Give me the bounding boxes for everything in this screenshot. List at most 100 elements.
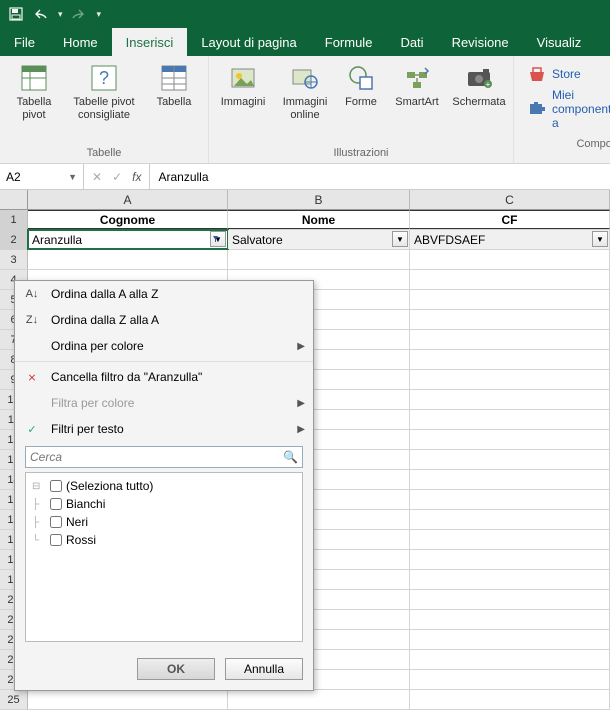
name-box[interactable]: A2 ▼	[0, 164, 84, 189]
tab-review[interactable]: Revisione	[438, 28, 523, 56]
cell-a2[interactable]: Aranzulla ▼	[28, 230, 228, 249]
cell-c2[interactable]: ABVFDSAEF ▼	[410, 230, 610, 249]
cell[interactable]	[410, 610, 610, 629]
row-header-1[interactable]: 1	[0, 210, 28, 229]
cell[interactable]	[410, 410, 610, 429]
cell[interactable]	[410, 310, 610, 329]
pictures-button[interactable]: Immagini	[215, 60, 271, 122]
table-button[interactable]: Tabella	[146, 60, 202, 122]
tab-insert[interactable]: Inserisci	[112, 28, 188, 56]
accept-formula-icon[interactable]: ✓	[112, 170, 122, 184]
cell[interactable]	[410, 290, 610, 309]
cell[interactable]	[410, 590, 610, 609]
undo-button[interactable]	[30, 2, 54, 26]
sort-az-icon: A↓	[23, 288, 41, 300]
smartart-button[interactable]: SmartArt	[389, 60, 445, 122]
tab-formulas[interactable]: Formule	[311, 28, 387, 56]
my-addins-button[interactable]: Miei componenti a	[528, 88, 610, 130]
online-pictures-button[interactable]: Immagini online	[277, 60, 333, 122]
recommended-pivot-button[interactable]: ? Tabelle pivot consigliate	[68, 60, 140, 122]
filter-button-cf[interactable]: ▼	[592, 231, 608, 247]
cell[interactable]	[410, 670, 610, 689]
sort-by-color[interactable]: Ordina per colore ▶	[15, 333, 313, 359]
col-header-a[interactable]: A	[28, 190, 228, 209]
tab-layout[interactable]: Layout di pagina	[187, 28, 310, 56]
cancel-button[interactable]: Annulla	[225, 658, 303, 680]
ribbon-group-illus-label: Illustrazioni	[215, 145, 507, 161]
cell[interactable]	[410, 630, 610, 649]
online-pictures-icon	[289, 62, 321, 94]
formula-bar: A2 ▼ ✕ ✓ fx Aranzulla	[0, 164, 610, 190]
undo-more-icon[interactable]: ▾	[58, 9, 63, 20]
cell[interactable]	[228, 690, 410, 709]
cell[interactable]	[410, 350, 610, 369]
tab-data[interactable]: Dati	[386, 28, 437, 56]
table-label: Tabella	[157, 96, 192, 122]
online-pictures-label: Immagini online	[277, 96, 333, 122]
row-header-25[interactable]: 25	[0, 690, 28, 709]
ribbon-group-illustrations: Immagini Immagini online Forme SmartArt …	[209, 56, 514, 163]
tab-home[interactable]: Home	[49, 28, 112, 56]
cell[interactable]	[410, 390, 610, 409]
tab-view[interactable]: Visualiz	[523, 28, 596, 56]
cell[interactable]	[410, 550, 610, 569]
screenshot-icon: +	[463, 62, 495, 94]
cell[interactable]	[410, 270, 610, 289]
screenshot-button[interactable]: + Schermata	[451, 60, 507, 122]
cell[interactable]	[410, 450, 610, 469]
title-bar: ▾ ▾	[0, 0, 610, 28]
text-filters[interactable]: ✓ Filtri per testo ▶	[15, 416, 313, 442]
header-cf[interactable]: CF	[410, 210, 610, 229]
submenu-arrow-icon: ▶	[297, 424, 305, 435]
cell[interactable]	[410, 690, 610, 709]
sort-ascending[interactable]: A↓ Ordina dalla A alla Z	[15, 281, 313, 307]
col-header-c[interactable]: C	[410, 190, 610, 209]
filter-select-all[interactable]: ⊟(Seleziona tutto)	[32, 477, 296, 495]
header-cognome[interactable]: Cognome	[28, 210, 228, 229]
my-addins-label: Miei componenti a	[552, 88, 610, 130]
cell[interactable]	[410, 430, 610, 449]
clear-filter[interactable]: ⨯ Cancella filtro da "Aranzulla"	[15, 364, 313, 390]
cell[interactable]	[228, 250, 410, 269]
filter-values-list[interactable]: ⊟(Seleziona tutto) ├Bianchi ├Neri └Rossi	[25, 472, 303, 642]
ok-button[interactable]: OK	[137, 658, 215, 680]
row-header-2[interactable]: 2	[0, 230, 28, 249]
cell[interactable]	[410, 470, 610, 489]
col-header-b[interactable]: B	[228, 190, 410, 209]
filter-button-cognome[interactable]: ▼	[210, 231, 226, 247]
qat-customize-icon[interactable]: ▾	[97, 9, 102, 20]
cell-b2[interactable]: Salvatore ▼	[228, 230, 410, 249]
save-button[interactable]	[4, 2, 28, 26]
row-header-3[interactable]: 3	[0, 250, 28, 269]
header-nome[interactable]: Nome	[228, 210, 410, 229]
sort-descending[interactable]: Z↓ Ordina dalla Z alla A	[15, 307, 313, 333]
name-box-dropdown-icon[interactable]: ▼	[68, 172, 77, 182]
cell[interactable]	[28, 690, 228, 709]
filter-item[interactable]: └Rossi	[32, 531, 296, 549]
tab-file[interactable]: File	[0, 28, 49, 56]
filter-button-nome[interactable]: ▼	[392, 231, 408, 247]
cell[interactable]	[28, 250, 228, 269]
fx-icon[interactable]: fx	[132, 170, 141, 184]
cell[interactable]	[410, 370, 610, 389]
cell[interactable]	[410, 530, 610, 549]
recommended-pivot-label: Tabelle pivot consigliate	[68, 96, 140, 122]
formula-input[interactable]: Aranzulla	[150, 164, 610, 189]
cell[interactable]	[410, 510, 610, 529]
filter-search-box[interactable]: 🔍	[25, 446, 303, 468]
filter-search-input[interactable]	[30, 450, 283, 464]
submenu-arrow-icon: ▶	[297, 341, 305, 352]
cell[interactable]	[410, 570, 610, 589]
cell[interactable]	[410, 490, 610, 509]
filter-item[interactable]: ├Neri	[32, 513, 296, 531]
cell[interactable]	[410, 330, 610, 349]
column-headers: A B C	[0, 190, 610, 210]
filter-item[interactable]: ├Bianchi	[32, 495, 296, 513]
cell[interactable]	[410, 250, 610, 269]
cell[interactable]	[410, 650, 610, 669]
pivot-table-button[interactable]: Tabella pivot	[6, 60, 62, 122]
select-all-corner[interactable]	[0, 190, 28, 209]
cancel-formula-icon[interactable]: ✕	[92, 170, 102, 184]
shapes-button[interactable]: Forme	[339, 60, 383, 122]
store-button[interactable]: Store	[528, 66, 610, 82]
